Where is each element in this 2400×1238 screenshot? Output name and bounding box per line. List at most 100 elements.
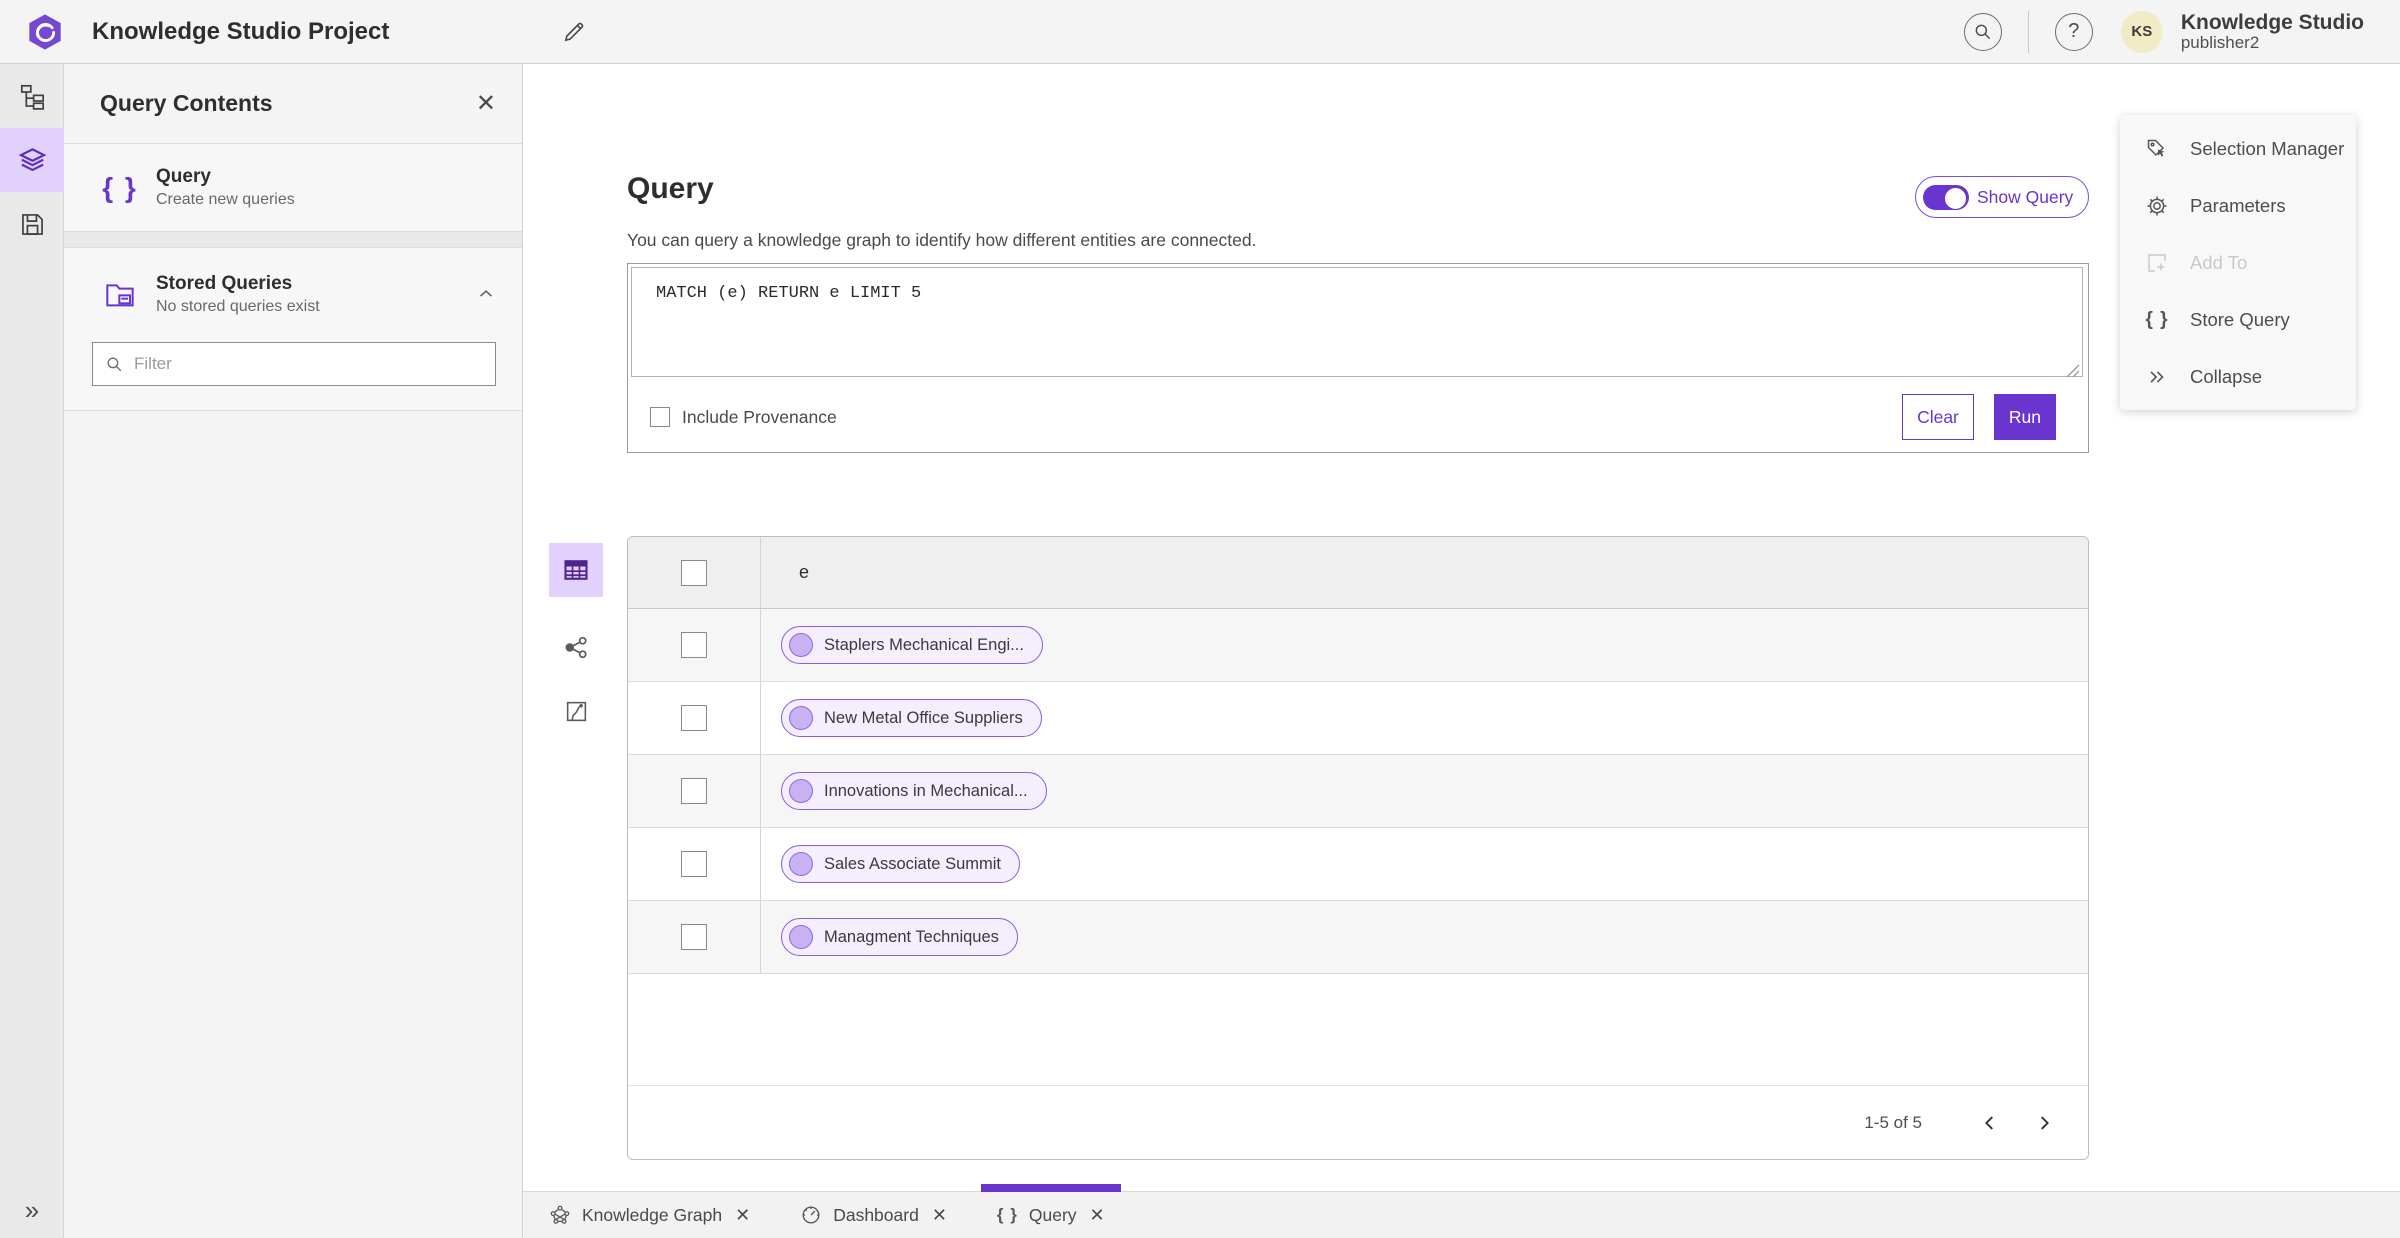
row-checkbox[interactable]: [681, 924, 707, 950]
tab-dashboard[interactable]: Dashboard ✕: [782, 1192, 965, 1238]
query-heading: Query: [627, 172, 714, 205]
row-checkbox[interactable]: [681, 705, 707, 731]
entity-dot-icon: [789, 852, 813, 876]
gear-icon: [2144, 194, 2170, 218]
entity-pill[interactable]: New Metal Office Suppliers: [781, 699, 1042, 737]
query-item-label: Query: [156, 166, 211, 187]
add-to-button: Add To: [2120, 234, 2356, 291]
edit-title-button[interactable]: [559, 17, 589, 47]
toggle-switch-icon: [1923, 184, 1969, 210]
left-rail: »: [0, 64, 64, 1238]
rail-data-model-button[interactable]: [0, 64, 64, 128]
rail-contents-button[interactable]: [0, 128, 64, 192]
help-button[interactable]: ?: [2054, 12, 2093, 51]
table-view-button[interactable]: [549, 543, 603, 597]
row-checkbox[interactable]: [681, 632, 707, 658]
pagination-range: 1-5 of 5: [1864, 1112, 1922, 1132]
entity-pill[interactable]: Sales Associate Summit: [781, 845, 1020, 883]
entity-dot-icon: [789, 925, 813, 949]
user-block[interactable]: Knowledge Studio publisher2: [2181, 11, 2364, 53]
query-description: You can query a knowledge graph to ident…: [627, 230, 1257, 250]
column-header-e: e: [760, 537, 2088, 608]
row-checkbox[interactable]: [681, 851, 707, 877]
entity-pill[interactable]: Staplers Mechanical Engi...: [781, 626, 1043, 664]
help-icon: ?: [2068, 20, 2080, 42]
add-to-icon: [2144, 251, 2170, 275]
search-icon: [107, 356, 122, 371]
tab-knowledge-graph[interactable]: Knowledge Graph ✕: [531, 1192, 768, 1238]
query-item-description: Create new queries: [156, 191, 295, 208]
query-contents-panel: Query Contents ✕ { } Query Create new qu…: [64, 64, 523, 1238]
entity-dot-icon: [789, 779, 813, 803]
stored-queries-folder-icon: [98, 278, 142, 310]
store-query-button[interactable]: { } Store Query: [2120, 291, 2356, 348]
stored-queries-description: No stored queries exist: [156, 297, 320, 315]
close-tab-icon[interactable]: ✕: [932, 1205, 947, 1226]
show-query-label: Show Query: [1977, 186, 2074, 207]
braces-icon: { }: [2145, 308, 2169, 330]
entity-pill[interactable]: Innovations in Mechanical...: [781, 772, 1047, 810]
project-title: Knowledge Studio Project: [92, 17, 390, 45]
previous-page-button[interactable]: [1970, 1103, 2010, 1143]
query-textarea[interactable]: MATCH (e) RETURN e LIMIT 5: [631, 267, 2083, 377]
tab-query[interactable]: { } Query ✕: [979, 1184, 1123, 1238]
caret-up-icon[interactable]: [476, 284, 496, 304]
panel-close-icon[interactable]: ✕: [476, 91, 496, 116]
map-view-button[interactable]: [549, 684, 603, 738]
table-row[interactable]: Sales Associate Summit: [628, 828, 2088, 901]
knowledge-studio-app: Knowledge Studio Project ? KS Knowledge …: [0, 0, 2400, 1238]
knowledge-graph-icon: [549, 1204, 571, 1226]
account-name: Knowledge Studio: [2180, 10, 2364, 34]
row-checkbox[interactable]: [681, 778, 707, 804]
account-username: publisher2: [2180, 32, 2260, 52]
panel-item-stored-queries[interactable]: Stored Queries No stored queries exist: [64, 248, 522, 340]
results-table: e Staplers Mechanical Engi... New Metal …: [627, 536, 2089, 1160]
entity-pill[interactable]: Managment Techniques: [781, 918, 1018, 956]
entity-dot-icon: [789, 706, 813, 730]
query-actions-panel: Selection Manager Parameters Add To {} …: [2120, 115, 2356, 410]
parameters-button[interactable]: Parameters: [2120, 177, 2356, 234]
link-chart-view-button[interactable]: [549, 620, 603, 674]
search-button[interactable]: [1963, 12, 2002, 51]
header-divider: [2027, 10, 2029, 53]
query-editor-box: MATCH (e) RETURN e LIMIT 5 Include Prove…: [627, 263, 2089, 453]
avatar[interactable]: KS: [2120, 10, 2163, 53]
query-view: Query You can query a knowledge graph to…: [523, 64, 2400, 1191]
table-row[interactable]: Managment Techniques: [628, 901, 2088, 974]
panel-title: Query Contents: [100, 90, 273, 116]
app-header: Knowledge Studio Project ? KS Knowledge …: [0, 0, 2400, 64]
show-query-toggle[interactable]: Show Query: [1915, 176, 2089, 218]
braces-icon: { }: [102, 171, 138, 203]
stored-queries-label: Stored Queries: [156, 272, 293, 294]
filter-box: [92, 342, 496, 386]
selection-manager-button[interactable]: Selection Manager: [2120, 120, 2356, 177]
rail-expand-button[interactable]: »: [0, 1188, 64, 1232]
close-tab-icon[interactable]: ✕: [735, 1205, 750, 1226]
entity-dot-icon: [789, 633, 813, 657]
header-right-cluster: ? KS Knowledge Studio publisher2: [1963, 10, 2370, 53]
dashboard-gauge-icon: [800, 1204, 822, 1226]
braces-icon: { }: [996, 1205, 1018, 1224]
include-provenance-checkbox[interactable]: [650, 407, 670, 427]
panel-section-stored: Stored Queries No stored queries exist: [64, 248, 522, 411]
resize-grip-icon[interactable]: [2066, 364, 2080, 378]
collapse-button[interactable]: Collapse: [2120, 348, 2356, 405]
selection-manager-icon: [2144, 137, 2170, 161]
table-row[interactable]: Innovations in Mechanical...: [628, 755, 2088, 828]
table-row[interactable]: Staplers Mechanical Engi...: [628, 609, 2088, 682]
double-chevron-right-icon: [2144, 366, 2170, 388]
close-tab-icon[interactable]: ✕: [1090, 1205, 1105, 1226]
rail-save-button[interactable]: [0, 192, 64, 256]
clear-button[interactable]: Clear: [1902, 394, 1974, 440]
panel-section-gap: [64, 232, 522, 248]
panel-title-row: Query Contents ✕: [64, 64, 522, 144]
pagination-bar: 1-5 of 5: [628, 1085, 2088, 1159]
table-row[interactable]: New Metal Office Suppliers: [628, 682, 2088, 755]
table-header-row: e: [628, 537, 2088, 609]
run-button[interactable]: Run: [1993, 394, 2056, 440]
panel-item-query[interactable]: { } Query Create new queries: [64, 144, 522, 232]
filter-input[interactable]: [134, 354, 483, 374]
next-page-button[interactable]: [2024, 1103, 2064, 1143]
include-provenance-label: Include Provenance: [682, 406, 837, 427]
select-all-checkbox[interactable]: [681, 559, 707, 586]
